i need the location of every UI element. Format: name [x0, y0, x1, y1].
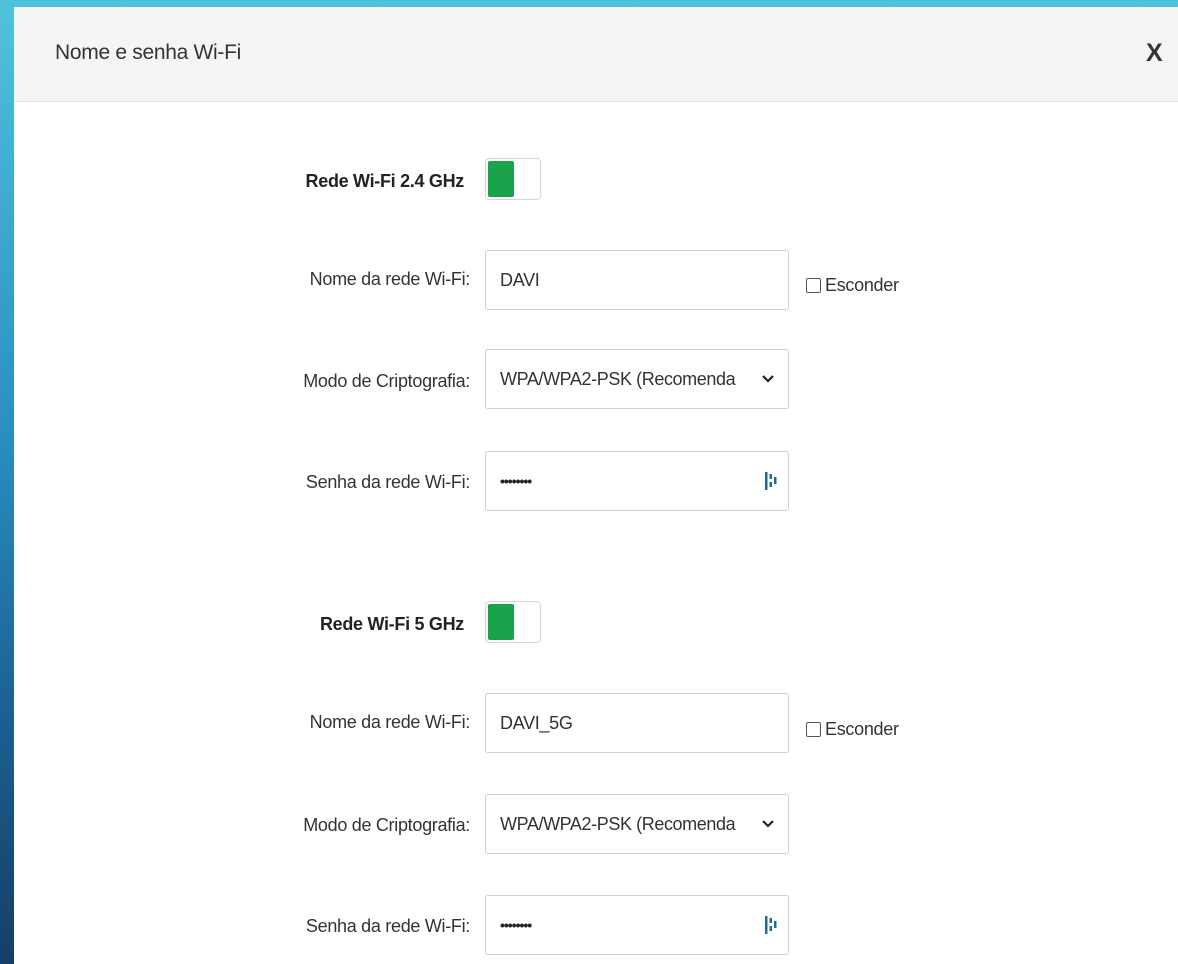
encryption-value: WPA/WPA2-PSK (Recomenda	[500, 814, 736, 834]
password-label-2g: Senha da rede Wi-Fi:	[305, 472, 470, 492]
password-mask: ••••••••	[500, 917, 532, 933]
checkbox-box[interactable]	[806, 721, 821, 737]
password-mask: ••••••••	[500, 473, 532, 489]
encryption-select-2g[interactable]: WPA/WPA2-PSK (Recomenda	[485, 349, 789, 409]
encryption-label-5g: Modo de Criptografia:	[303, 815, 470, 835]
dialog-title: Nome e senha Wi-Fi	[55, 41, 241, 64]
eye-icon[interactable]	[764, 470, 778, 492]
hide-ssid-checkbox-2g[interactable]: Esconder	[806, 275, 899, 295]
ssid-label-5g: Nome da rede Wi-Fi:	[309, 712, 471, 732]
checkbox-box[interactable]	[806, 277, 821, 293]
toggle-knob	[488, 161, 514, 197]
password-input-5g[interactable]: ••••••••	[485, 895, 789, 955]
dialog-header: Nome e senha Wi-Fi X	[14, 7, 1178, 102]
toggle-knob	[488, 604, 514, 640]
hide-ssid-checkbox-5g[interactable]: Esconder	[806, 719, 899, 739]
wifi-dialog: Nome e senha Wi-Fi X Rede Wi-Fi 2.4 GHz …	[14, 7, 1178, 964]
chevron-down-icon	[756, 350, 780, 408]
hide-label: Esconder	[825, 718, 899, 739]
band-label-2g: Rede Wi-Fi 2.4 GHz	[305, 171, 465, 191]
encryption-label-2g: Modo de Criptografia:	[303, 371, 470, 391]
ssid-input-5g[interactable]: DAVI_5G	[485, 693, 789, 753]
password-input-2g[interactable]: ••••••••	[485, 451, 789, 511]
encryption-select-5g[interactable]: WPA/WPA2-PSK (Recomenda	[485, 794, 789, 854]
wifi-5g-toggle[interactable]	[485, 601, 541, 643]
close-icon[interactable]: X	[1146, 41, 1163, 66]
ssid-label-2g: Nome da rede Wi-Fi:	[309, 269, 471, 289]
password-label-5g: Senha da rede Wi-Fi:	[305, 916, 470, 936]
chevron-down-icon	[756, 795, 780, 853]
band-label-5g: Rede Wi-Fi 5 GHz	[319, 614, 464, 634]
eye-icon[interactable]	[764, 914, 778, 936]
ssid-input-2g[interactable]: DAVI	[485, 250, 789, 310]
encryption-value: WPA/WPA2-PSK (Recomenda	[500, 369, 736, 389]
hide-label: Esconder	[825, 274, 899, 295]
wifi-2g-toggle[interactable]	[485, 158, 541, 200]
